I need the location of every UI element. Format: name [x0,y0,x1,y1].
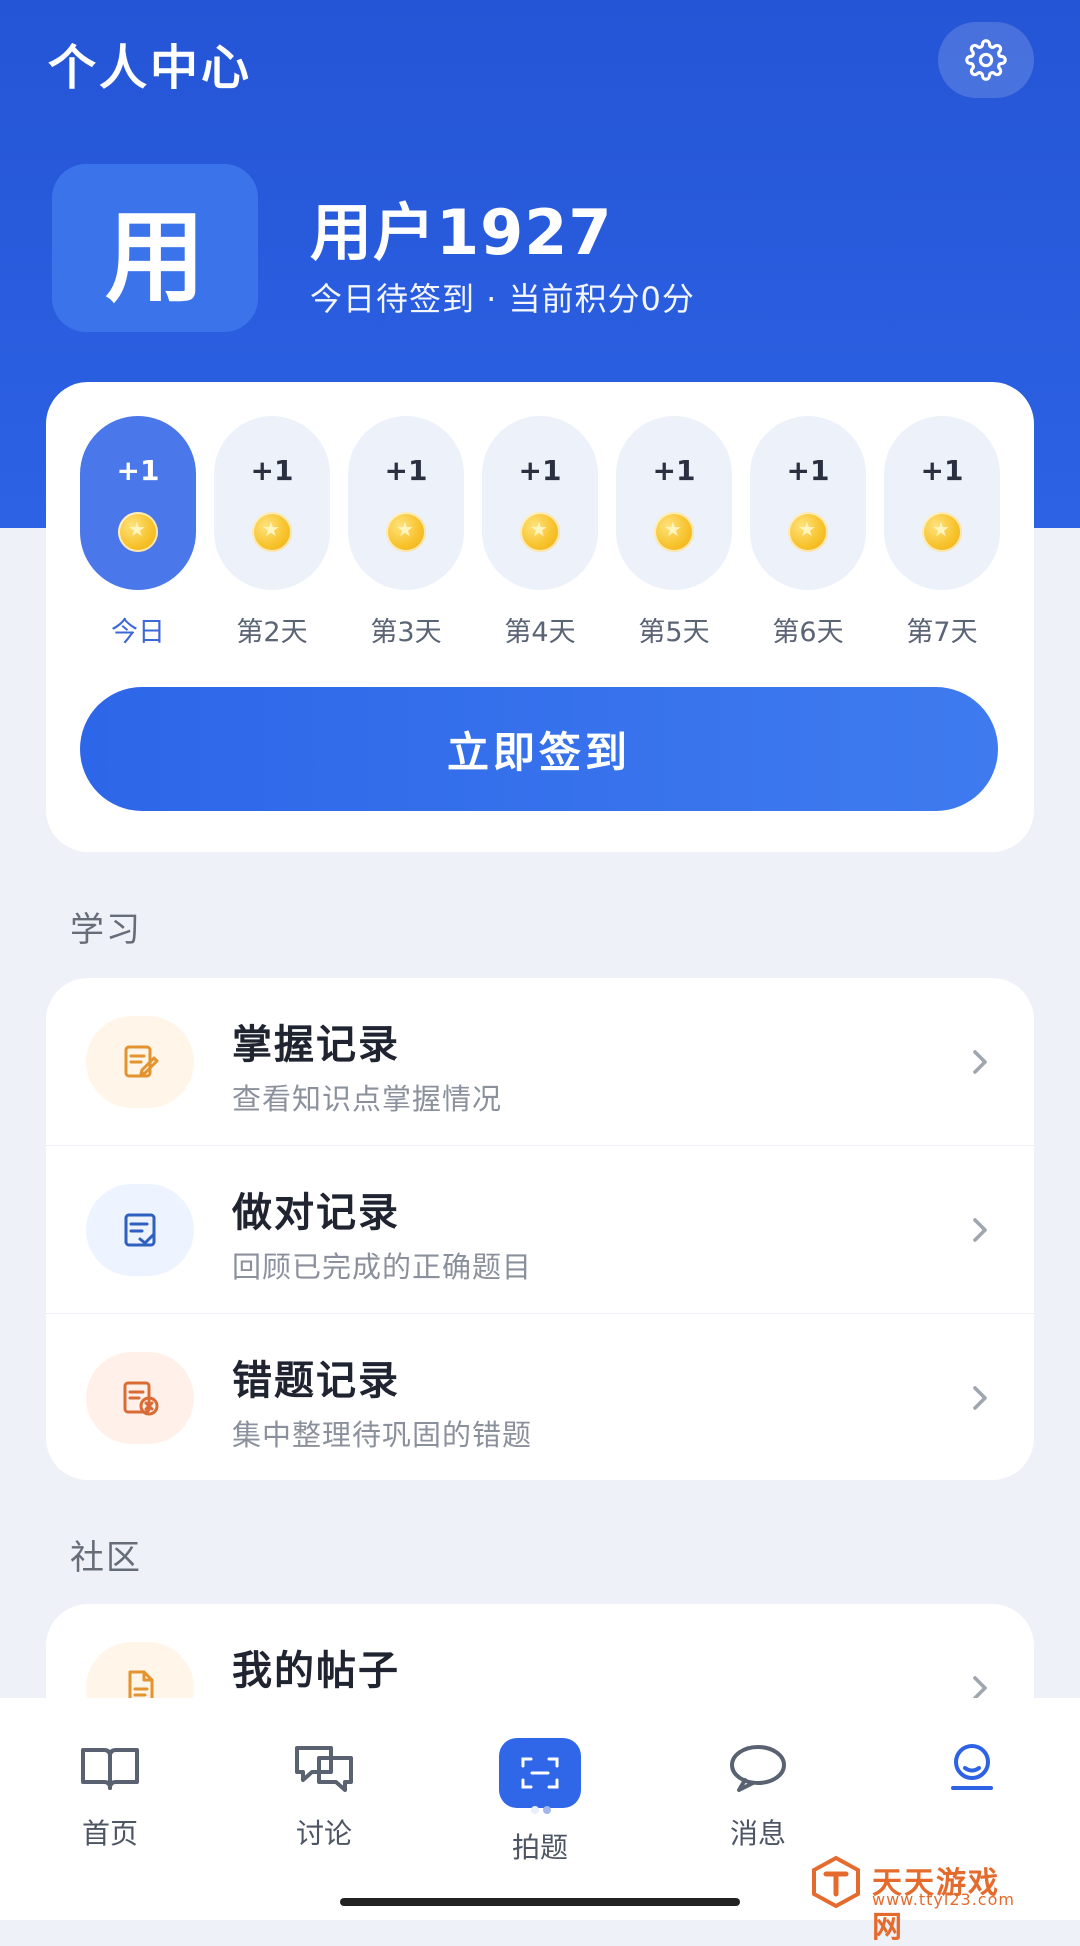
section-title-study: 学习 [70,910,142,950]
page-title: 个人中心 [48,40,253,96]
nav-item-profile[interactable] [892,1738,1052,1812]
home-indicator [340,1898,740,1906]
checkin-reward: +1 [518,454,562,487]
checkin-day-3[interactable]: +1 第3天 [348,416,464,648]
nav-item-photo[interactable]: 拍题 [460,1738,620,1866]
study-item-wrong[interactable]: 错题记录 集中整理待巩固的错题 [46,1314,1034,1482]
checkin-day-pill [616,416,732,590]
checkin-reward: +1 [652,454,696,487]
book-icon [81,1748,139,1790]
coin-icon [520,512,560,552]
chevron-right-icon [973,1050,987,1074]
checkin-card: +1 今日 +1 第2天 +1 第3天 +1 第4天 +1 第5天 [46,382,1034,852]
discussion-icon [295,1746,353,1792]
checkin-day-5[interactable]: +1 第5天 [616,416,732,648]
checkin-reward: +1 [384,454,428,487]
chevron-right-icon [973,1218,987,1242]
edit-note-icon [86,1016,194,1108]
wrong-doc-icon [86,1352,194,1444]
watermark-logo-icon [812,1855,860,1909]
coin-icon [654,512,694,552]
nav-label: 拍题 [511,1831,568,1864]
checkin-day-pill [884,416,1000,590]
checkin-day-6[interactable]: +1 第6天 [750,416,866,648]
checkin-reward: +1 [920,454,964,487]
checkin-day-2[interactable]: +1 第2天 [214,416,330,648]
chat-icon [730,1745,786,1792]
nav-item-home[interactable]: 首页 [30,1738,190,1852]
nav-item-messages[interactable]: 消息 [678,1738,838,1852]
checkin-day-label: 第3天 [370,617,442,648]
community-item-title: 我的帖子 [232,1648,400,1694]
username: 用户1927 [310,196,613,269]
coin-icon [386,512,426,552]
checkin-day-pill [482,416,598,590]
checkin-day-7[interactable]: +1 第7天 [884,416,1000,648]
coin-icon [252,512,292,552]
indicator-dots-icon [531,1806,551,1814]
settings-button[interactable] [938,22,1034,98]
study-item-subtitle: 集中整理待巩固的错题 [232,1418,533,1452]
avatar[interactable]: 用 [52,164,258,332]
checkin-day-pill [348,416,464,590]
checkin-day-label: 第6天 [772,617,844,648]
checkin-day-label: 第2天 [236,617,308,648]
signin-button[interactable]: 立即签到 [80,687,998,811]
checkin-day-pill [214,416,330,590]
scan-icon [499,1738,581,1814]
nav-label: 首页 [81,1817,138,1850]
checkin-reward: +1 [116,454,160,487]
checkin-day-label: 第5天 [638,617,710,648]
checkin-day-pill [80,416,196,590]
coin-icon [118,512,158,552]
coin-icon [788,512,828,552]
gear-icon [965,39,1007,81]
watermark: 天天游戏网 www.ttyl23.com [808,1854,1028,1945]
nav-item-discussion[interactable]: 讨论 [244,1738,404,1852]
study-item-title: 错题记录 [232,1358,400,1404]
study-card: 掌握记录 查看知识点掌握情况 做对记录 回顾已完成的正确题目 错题记录 集中整理… [46,978,1034,1480]
section-title-community: 社区 [70,1538,142,1578]
checkin-days-row: +1 今日 +1 第2天 +1 第3天 +1 第4天 +1 第5天 [80,416,1000,648]
nav-label: 讨论 [295,1817,352,1850]
checkin-status: 今日待签到 · 当前积分0分 [310,280,695,318]
nav-label: 消息 [729,1817,786,1850]
study-item-title: 做对记录 [232,1190,400,1236]
checkin-day-label: 第4天 [504,617,576,648]
checkin-reward: +1 [250,454,294,487]
study-item-subtitle: 回顾已完成的正确题目 [232,1250,533,1284]
watermark-url: www.ttyl23.com [872,1890,1015,1909]
profile-icon [951,1744,993,1790]
study-item-subtitle: 查看知识点掌握情况 [232,1082,503,1116]
check-doc-icon [86,1184,194,1276]
checkin-day-pill [750,416,866,590]
study-item-mastery[interactable]: 掌握记录 查看知识点掌握情况 [46,978,1034,1146]
checkin-day-label: 第7天 [906,617,978,648]
coin-icon [922,512,962,552]
chevron-right-icon [973,1386,987,1410]
study-item-title: 掌握记录 [232,1022,400,1068]
checkin-day-1[interactable]: +1 今日 [80,416,196,648]
checkin-day-4[interactable]: +1 第4天 [482,416,598,648]
study-item-correct[interactable]: 做对记录 回顾已完成的正确题目 [46,1146,1034,1314]
checkin-day-label: 今日 [111,617,165,648]
checkin-reward: +1 [786,454,830,487]
